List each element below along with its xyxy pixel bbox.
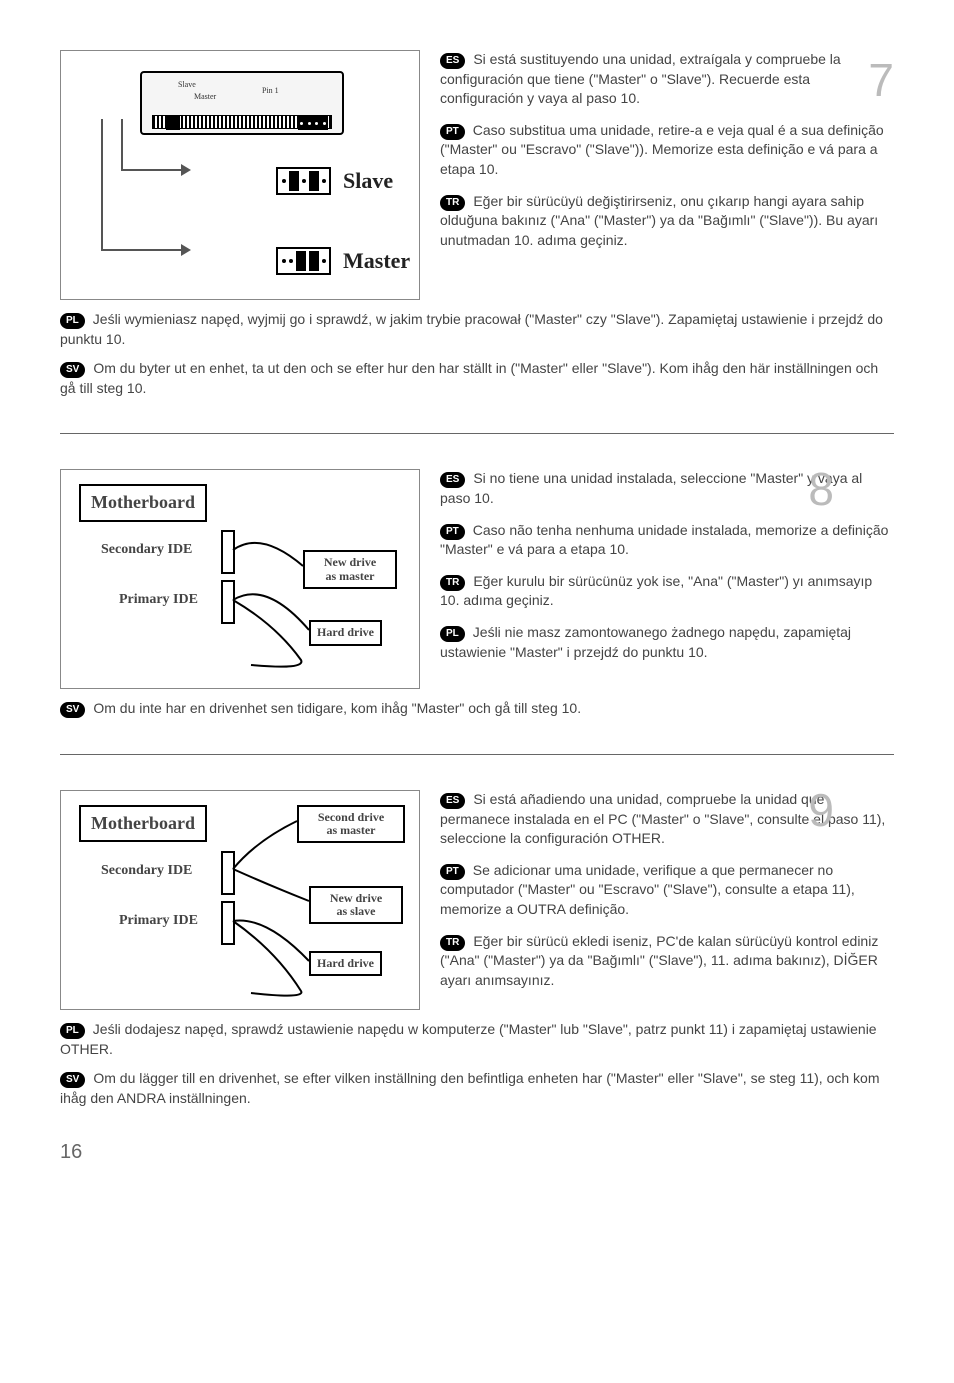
badge-sv: SV — [60, 1072, 85, 1088]
step-number-7: 7 — [868, 48, 894, 112]
s8-tr: Eğer kurulu bir sürücünüz yok ise, "Ana"… — [440, 573, 872, 609]
fig9-sec-ide-port — [221, 851, 235, 895]
page-number: 16 — [60, 1138, 894, 1166]
fig8-secondary: Secondary IDE — [101, 540, 192, 560]
s8-pt: Caso não tenha nenhuma unidade instalada… — [440, 522, 888, 558]
badge-pl: PL — [60, 313, 85, 329]
fig8-pri-ide-port — [221, 580, 235, 624]
fig9-primary: Primary IDE — [119, 911, 198, 931]
badge-tr: TR — [440, 575, 465, 591]
s7-sv: Om du byter ut en enhet, ta ut den och s… — [60, 360, 878, 396]
fig9-newdrive: New drive as slave — [309, 886, 403, 924]
divider — [60, 754, 894, 755]
figure-8: Motherboard Secondary IDE Primary IDE Ne… — [60, 469, 420, 689]
s7-pt: Caso substitua uma unidade, retire-a e v… — [440, 122, 884, 177]
slave-label: Slave — [343, 166, 393, 197]
jumper-slave-small — [166, 116, 180, 130]
jumper-master-icon — [276, 247, 331, 275]
step-number-8: 8 — [808, 457, 834, 521]
divider — [60, 433, 894, 434]
fig8-sec-ide-port — [221, 530, 235, 574]
s9-sv: Om du lägger till en drivenhet, se efter… — [60, 1070, 879, 1106]
step7-text: ESSi está sustituyendo una unidad, extra… — [440, 50, 894, 262]
badge-es: ES — [440, 793, 465, 809]
s7-es: Si está sustituyendo una unidad, extraíg… — [440, 51, 841, 106]
fig8-motherboard: Motherboard — [79, 484, 207, 521]
s9-pt: Se adicionar uma unidade, verifique a qu… — [440, 862, 855, 917]
jumper-slave-icon — [276, 167, 331, 195]
badge-pl: PL — [60, 1023, 85, 1039]
badge-pt: PT — [440, 124, 465, 140]
badge-sv: SV — [60, 362, 85, 378]
fig9-secondary: Secondary IDE — [101, 861, 192, 881]
s8-es: Si no tiene una unidad instalada, selecc… — [440, 470, 862, 506]
badge-sv: SV — [60, 702, 85, 718]
badge-es: ES — [440, 53, 465, 69]
fig7-top-slave-label: Slave — [178, 79, 196, 90]
step-8: 8 Motherboard Secondary IDE Primary IDE … — [60, 469, 894, 719]
badge-pl: PL — [440, 626, 465, 642]
badge-pt: PT — [440, 524, 465, 540]
fig7-pin1-label: Pin 1 — [262, 85, 279, 96]
figure-7: Slave Master Pin 1 Sl — [60, 50, 420, 300]
fig8-primary: Primary IDE — [119, 590, 198, 610]
badge-tr: TR — [440, 935, 465, 951]
fig8-newdrive: New drive as master — [303, 550, 397, 588]
fig9-seconddrive: Second drive as master — [297, 805, 405, 843]
fig9-harddrive: Hard drive — [309, 951, 382, 976]
s8-pl: Jeśli nie masz zamontowanego żadnego nap… — [440, 624, 851, 660]
fig9-pri-ide-port — [221, 901, 235, 945]
s8-sv: Om du inte har en drivenhet sen tidigare… — [93, 700, 581, 716]
badge-es: ES — [440, 472, 465, 488]
badge-tr: TR — [440, 195, 465, 211]
fig9-motherboard: Motherboard — [79, 805, 207, 842]
fig8-harddrive: Hard drive — [309, 620, 382, 645]
step-7: 7 Slave Master Pin 1 — [60, 50, 894, 398]
figure-9: Motherboard Secondary IDE Primary IDE Se… — [60, 790, 420, 1010]
fig7-top-master-label: Master — [194, 91, 216, 102]
s7-pl: Jeśli wymieniasz napęd, wyjmij go i spra… — [60, 311, 883, 347]
master-label: Master — [343, 246, 410, 277]
step-9: 9 Motherboard Secondary IDE Primary IDE … — [60, 790, 894, 1108]
s9-pl: Jeśli dodajesz napęd, sprawdź ustawienie… — [60, 1021, 877, 1057]
step-number-9: 9 — [808, 778, 834, 842]
s9-tr: Eğer bir sürücü ekledi iseniz, PC'de kal… — [440, 933, 878, 988]
badge-pt: PT — [440, 864, 465, 880]
s7-tr: Eğer bir sürücüyü değiştirirseniz, onu ç… — [440, 193, 878, 248]
